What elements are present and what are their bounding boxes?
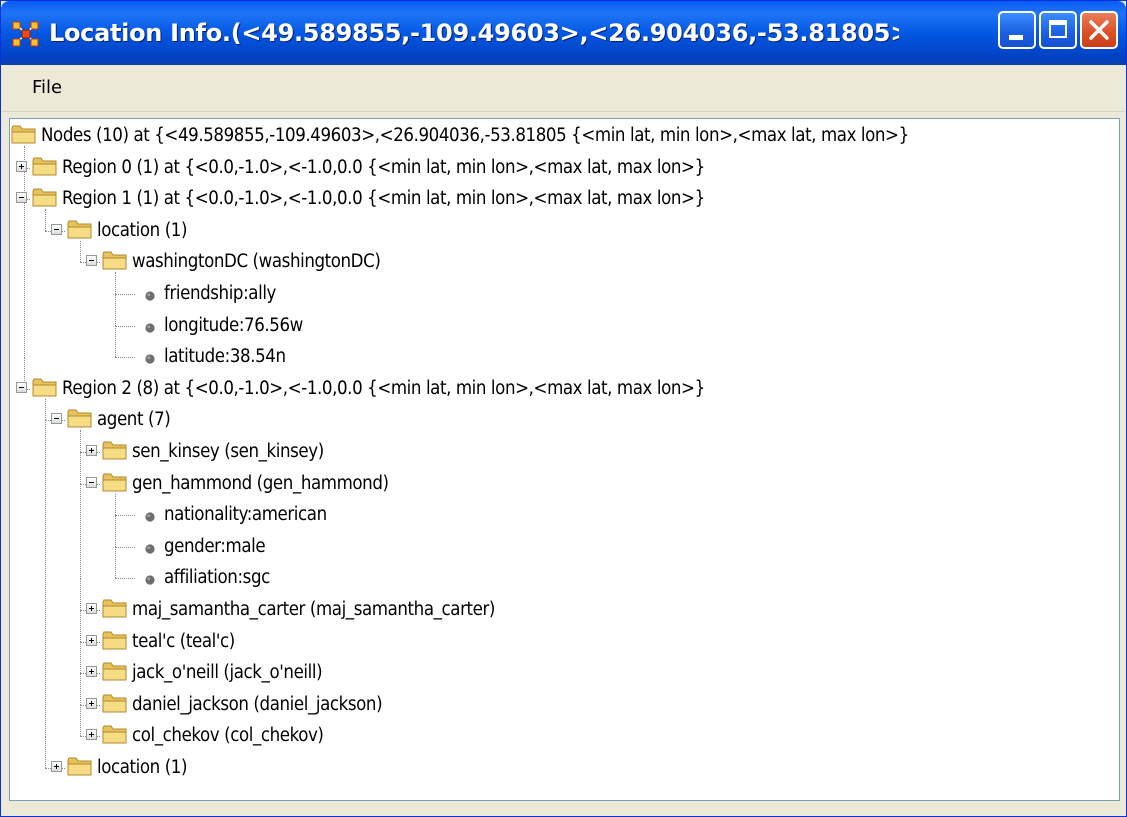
tree-node-label: Nodes (10) at {<49.589855,-109.49603>,<2… xyxy=(41,125,909,146)
tree-node-label: Region 2 (8) at {<0.0,-1.0>,<-1.0,0.0 {<… xyxy=(62,377,705,399)
tree-node-label: longitude:76.56w xyxy=(164,314,303,336)
tree-leaf-row[interactable]: affiliation:sgc xyxy=(10,562,1110,594)
tree-node-label: maj_samantha_carter (maj_samantha_carter… xyxy=(132,599,496,620)
tree-node-label: jack_o'neill (jack_o'neill) xyxy=(132,662,323,684)
menu-file[interactable]: File xyxy=(32,77,62,98)
attribute-dot-icon xyxy=(144,571,156,585)
tree-node-label: nationality:american xyxy=(164,504,327,526)
folder-icon xyxy=(102,723,128,745)
collapse-toggle-icon[interactable] xyxy=(86,476,97,488)
folder-icon xyxy=(11,123,37,145)
folder-icon xyxy=(102,249,128,271)
minimize-icon xyxy=(1009,35,1023,40)
minimize-button[interactable] xyxy=(998,11,1036,49)
expand-toggle-icon[interactable] xyxy=(86,603,97,614)
tree-node-label: col_chekov (col_chekov) xyxy=(132,725,324,747)
expand-toggle-icon[interactable] xyxy=(86,729,97,741)
title-bar[interactable]: Location Info.(<49.589855,-109.49603>,<2… xyxy=(1,1,1126,65)
tree-node-label: latitude:38.54n xyxy=(164,346,286,368)
tree-node-label: sen_kinsey (sen_kinsey) xyxy=(132,441,324,462)
folder-icon xyxy=(67,218,93,240)
window-title: Location Info.(<49.589855,-109.49603>,<2… xyxy=(49,19,899,47)
tree-node-row[interactable]: agent (7) xyxy=(10,404,1110,436)
tree-node-row[interactable]: teal'c (teal'c) xyxy=(10,626,1110,658)
attribute-dot-icon xyxy=(144,287,156,301)
network-icon xyxy=(12,21,39,47)
tree-leaf-row[interactable]: longitude:76.56w xyxy=(10,310,1110,342)
expand-toggle-icon[interactable] xyxy=(86,445,97,456)
tree-node-row[interactable]: Region 0 (1) at {<0.0,-1.0>,<-1.0,0.0 {<… xyxy=(10,152,1110,184)
tree-node-row[interactable]: Nodes (10) at {<49.589855,-109.49603>,<2… xyxy=(10,120,1110,152)
tree-node-row[interactable]: washingtonDC (washingtonDC) xyxy=(10,246,1110,278)
expand-toggle-icon[interactable] xyxy=(86,666,97,678)
tree-node-label: friendship:ally xyxy=(164,283,277,304)
close-button[interactable] xyxy=(1080,11,1118,49)
maximize-icon xyxy=(1049,20,1067,38)
folder-icon xyxy=(67,407,93,429)
collapse-toggle-icon[interactable] xyxy=(16,381,27,393)
attribute-dot-icon xyxy=(144,540,156,554)
collapse-toggle-icon[interactable] xyxy=(51,413,62,425)
collapse-toggle-icon[interactable] xyxy=(16,192,27,204)
folder-icon xyxy=(32,376,58,398)
tree-leaf-row[interactable]: nationality:american xyxy=(10,499,1110,531)
tree-node-row[interactable]: location (1) xyxy=(10,215,1110,247)
expand-toggle-icon[interactable] xyxy=(51,761,62,772)
tree-node-label: affiliation:sgc xyxy=(164,567,270,589)
tree-node-label: teal'c (teal'c) xyxy=(132,630,235,652)
folder-icon xyxy=(32,155,58,177)
folder-icon xyxy=(102,692,128,714)
maximize-button[interactable] xyxy=(1039,11,1077,49)
attribute-dot-icon xyxy=(144,319,156,333)
location-tree[interactable]: Nodes (10) at {<49.589855,-109.49603>,<2… xyxy=(9,118,1120,801)
folder-icon xyxy=(102,597,128,619)
expand-toggle-icon[interactable] xyxy=(86,634,97,646)
tree-leaf-row[interactable]: friendship:ally xyxy=(10,278,1110,310)
menu-bar: File xyxy=(2,65,1125,112)
tree-node-row[interactable]: daniel_jackson (daniel_jackson) xyxy=(10,689,1110,721)
folder-icon xyxy=(102,471,128,493)
folder-icon xyxy=(102,629,128,651)
folder-icon xyxy=(102,439,128,461)
tree-node-row[interactable]: col_chekov (col_chekov) xyxy=(10,720,1110,752)
expand-toggle-icon[interactable] xyxy=(86,697,97,709)
tree-node-label: Region 1 (1) at {<0.0,-1.0>,<-1.0,0.0 {<… xyxy=(62,188,705,210)
tree-node-label: gen_hammond (gen_hammond) xyxy=(132,472,389,494)
close-icon xyxy=(1089,20,1109,40)
tree-node-row[interactable]: sen_kinsey (sen_kinsey) xyxy=(10,436,1110,468)
tree-node-label: daniel_jackson (daniel_jackson) xyxy=(132,693,383,715)
attribute-dot-icon xyxy=(144,508,156,522)
tree-node-label: agent (7) xyxy=(97,409,171,431)
tree-node-row[interactable]: Region 1 (1) at {<0.0,-1.0>,<-1.0,0.0 {<… xyxy=(10,183,1110,215)
folder-icon xyxy=(67,755,93,777)
collapse-toggle-icon[interactable] xyxy=(86,255,97,267)
tree-node-row[interactable]: gen_hammond (gen_hammond) xyxy=(10,468,1110,500)
attribute-dot-icon xyxy=(144,350,156,364)
folder-icon xyxy=(32,186,58,208)
tree-node-label: location (1) xyxy=(97,219,188,241)
tree-leaf-row[interactable]: gender:male xyxy=(10,531,1110,563)
tree-node-label: washingtonDC (washingtonDC) xyxy=(132,251,381,273)
tree-node-label: gender:male xyxy=(164,535,266,557)
location-info-window: Location Info.(<49.589855,-109.49603>,<2… xyxy=(0,0,1127,817)
tree-leaf-row[interactable]: latitude:38.54n xyxy=(10,341,1110,373)
tree-node-row[interactable]: maj_samantha_carter (maj_samantha_carter… xyxy=(10,594,1110,626)
tree-node-label: location (1) xyxy=(97,757,188,778)
tree-node-row[interactable]: jack_o'neill (jack_o'neill) xyxy=(10,657,1110,689)
tree-node-label: Region 0 (1) at {<0.0,-1.0>,<-1.0,0.0 {<… xyxy=(62,156,705,178)
expand-toggle-icon[interactable] xyxy=(16,160,27,172)
tree-node-row[interactable]: Region 2 (8) at {<0.0,-1.0>,<-1.0,0.0 {<… xyxy=(10,373,1110,405)
tree-node-row[interactable]: location (1) xyxy=(10,752,1110,784)
collapse-toggle-icon[interactable] xyxy=(51,223,62,235)
folder-icon xyxy=(102,660,128,682)
